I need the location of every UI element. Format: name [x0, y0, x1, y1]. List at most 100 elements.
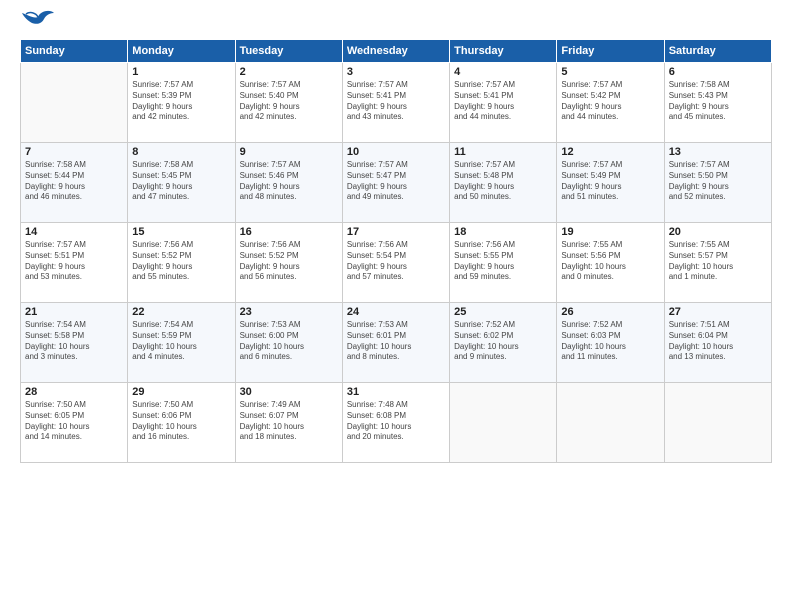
day-info: Sunrise: 7:55 AMSunset: 5:56 PMDaylight:…	[561, 240, 659, 283]
day-number: 16	[240, 226, 338, 238]
day-cell: 11 Sunrise: 7:57 AMSunset: 5:48 PMDayligh…	[450, 143, 557, 223]
day-cell	[450, 383, 557, 463]
day-cell: 9 Sunrise: 7:57 AMSunset: 5:46 PMDaylight…	[235, 143, 342, 223]
day-info: Sunrise: 7:51 AMSunset: 6:04 PMDaylight:…	[669, 320, 767, 363]
weekday-saturday: Saturday	[664, 40, 771, 63]
day-info: Sunrise: 7:57 AMSunset: 5:47 PMDaylight:…	[347, 160, 445, 203]
header	[20, 15, 772, 31]
day-number: 21	[25, 306, 123, 318]
day-info: Sunrise: 7:57 AMSunset: 5:50 PMDaylight:…	[669, 160, 767, 203]
day-number: 23	[240, 306, 338, 318]
day-cell: 18 Sunrise: 7:56 AMSunset: 5:55 PMDayligh…	[450, 223, 557, 303]
logo	[20, 15, 54, 31]
day-cell: 5Sunrise: 7:57 AMSunset: 5:42 PMDaylight…	[557, 63, 664, 143]
day-number: 6	[669, 66, 767, 78]
day-info: Sunrise: 7:50 AMSunset: 6:06 PMDaylight:…	[132, 400, 230, 443]
day-cell: 29 Sunrise: 7:50 AMSunset: 6:06 PMDayligh…	[128, 383, 235, 463]
week-row-3: 21 Sunrise: 7:54 AMSunset: 5:58 PMDayligh…	[21, 303, 772, 383]
day-number: 13	[669, 146, 767, 158]
day-info: Sunrise: 7:57 AMSunset: 5:42 PMDaylight:…	[561, 80, 659, 123]
weekday-tuesday: Tuesday	[235, 40, 342, 63]
day-number: 14	[25, 226, 123, 238]
day-info: Sunrise: 7:55 AMSunset: 5:57 PMDaylight:…	[669, 240, 767, 283]
day-cell: 3 Sunrise: 7:57 AMSunset: 5:41 PMDaylight…	[342, 63, 449, 143]
day-cell	[21, 63, 128, 143]
day-cell: 28 Sunrise: 7:50 AMSunset: 6:05 PMDayligh…	[21, 383, 128, 463]
day-number: 8	[132, 146, 230, 158]
day-info: Sunrise: 7:56 AMSunset: 5:54 PMDaylight:…	[347, 240, 445, 283]
weekday-wednesday: Wednesday	[342, 40, 449, 63]
day-cell: 2 Sunrise: 7:57 AMSunset: 5:40 PMDaylight…	[235, 63, 342, 143]
logo-bird-icon	[22, 9, 54, 31]
day-info: Sunrise: 7:58 AMSunset: 5:45 PMDaylight:…	[132, 160, 230, 203]
day-info: Sunrise: 7:57 AMSunset: 5:40 PMDaylight:…	[240, 80, 338, 123]
day-cell: 7 Sunrise: 7:58 AMSunset: 5:44 PMDaylight…	[21, 143, 128, 223]
day-cell: 21 Sunrise: 7:54 AMSunset: 5:58 PMDayligh…	[21, 303, 128, 383]
day-info: Sunrise: 7:57 AMSunset: 5:41 PMDaylight:…	[454, 80, 552, 123]
day-number: 7	[25, 146, 123, 158]
day-info: Sunrise: 7:53 AMSunset: 6:01 PMDaylight:…	[347, 320, 445, 363]
day-number: 28	[25, 386, 123, 398]
day-number: 1	[132, 66, 230, 78]
day-cell: 14 Sunrise: 7:57 AMSunset: 5:51 PMDayligh…	[21, 223, 128, 303]
weekday-friday: Friday	[557, 40, 664, 63]
day-number: 29	[132, 386, 230, 398]
day-number: 19	[561, 226, 659, 238]
day-info: Sunrise: 7:57 AMSunset: 5:41 PMDaylight:…	[347, 80, 445, 123]
day-number: 31	[347, 386, 445, 398]
day-info: Sunrise: 7:57 AMSunset: 5:39 PMDaylight:…	[132, 80, 230, 123]
day-info: Sunrise: 7:52 AMSunset: 6:02 PMDaylight:…	[454, 320, 552, 363]
day-cell: 20 Sunrise: 7:55 AMSunset: 5:57 PMDayligh…	[664, 223, 771, 303]
weekday-monday: Monday	[128, 40, 235, 63]
week-row-0: 1 Sunrise: 7:57 AMSunset: 5:39 PMDaylight…	[21, 63, 772, 143]
week-row-2: 14 Sunrise: 7:57 AMSunset: 5:51 PMDayligh…	[21, 223, 772, 303]
day-info: Sunrise: 7:57 AMSunset: 5:49 PMDaylight:…	[561, 160, 659, 203]
day-info: Sunrise: 7:57 AMSunset: 5:51 PMDaylight:…	[25, 240, 123, 283]
day-cell: 23Sunrise: 7:53 AMSunset: 6:00 PMDayligh…	[235, 303, 342, 383]
day-cell: 22 Sunrise: 7:54 AMSunset: 5:59 PMDayligh…	[128, 303, 235, 383]
day-number: 12	[561, 146, 659, 158]
day-info: Sunrise: 7:56 AMSunset: 5:55 PMDaylight:…	[454, 240, 552, 283]
day-info: Sunrise: 7:49 AMSunset: 6:07 PMDaylight:…	[240, 400, 338, 443]
day-number: 22	[132, 306, 230, 318]
day-cell: 26Sunrise: 7:52 AMSunset: 6:03 PMDayligh…	[557, 303, 664, 383]
day-cell: 10Sunrise: 7:57 AMSunset: 5:47 PMDayligh…	[342, 143, 449, 223]
day-cell: 12 Sunrise: 7:57 AMSunset: 5:49 PMDayligh…	[557, 143, 664, 223]
day-info: Sunrise: 7:57 AMSunset: 5:46 PMDaylight:…	[240, 160, 338, 203]
day-number: 26	[561, 306, 659, 318]
day-cell: 16 Sunrise: 7:56 AMSunset: 5:52 PMDayligh…	[235, 223, 342, 303]
day-cell: 27 Sunrise: 7:51 AMSunset: 6:04 PMDayligh…	[664, 303, 771, 383]
day-cell: 31 Sunrise: 7:48 AMSunset: 6:08 PMDayligh…	[342, 383, 449, 463]
day-info: Sunrise: 7:50 AMSunset: 6:05 PMDaylight:…	[25, 400, 123, 443]
day-number: 11	[454, 146, 552, 158]
day-number: 9	[240, 146, 338, 158]
day-cell	[557, 383, 664, 463]
day-number: 20	[669, 226, 767, 238]
day-cell: 24Sunrise: 7:53 AMSunset: 6:01 PMDayligh…	[342, 303, 449, 383]
day-info: Sunrise: 7:54 AMSunset: 5:58 PMDaylight:…	[25, 320, 123, 363]
day-number: 15	[132, 226, 230, 238]
day-info: Sunrise: 7:58 AMSunset: 5:44 PMDaylight:…	[25, 160, 123, 203]
day-number: 3	[347, 66, 445, 78]
day-info: Sunrise: 7:54 AMSunset: 5:59 PMDaylight:…	[132, 320, 230, 363]
day-number: 18	[454, 226, 552, 238]
week-row-1: 7 Sunrise: 7:58 AMSunset: 5:44 PMDaylight…	[21, 143, 772, 223]
day-number: 2	[240, 66, 338, 78]
day-info: Sunrise: 7:48 AMSunset: 6:08 PMDaylight:…	[347, 400, 445, 443]
weekday-header-row: SundayMondayTuesdayWednesdayThursdayFrid…	[21, 40, 772, 63]
page: SundayMondayTuesdayWednesdayThursdayFrid…	[0, 0, 792, 612]
day-number: 27	[669, 306, 767, 318]
day-info: Sunrise: 7:58 AMSunset: 5:43 PMDaylight:…	[669, 80, 767, 123]
day-cell: 17Sunrise: 7:56 AMSunset: 5:54 PMDayligh…	[342, 223, 449, 303]
day-number: 4	[454, 66, 552, 78]
weekday-thursday: Thursday	[450, 40, 557, 63]
week-row-4: 28 Sunrise: 7:50 AMSunset: 6:05 PMDayligh…	[21, 383, 772, 463]
day-cell: 8 Sunrise: 7:58 AMSunset: 5:45 PMDaylight…	[128, 143, 235, 223]
day-info: Sunrise: 7:57 AMSunset: 5:48 PMDaylight:…	[454, 160, 552, 203]
day-cell: 1 Sunrise: 7:57 AMSunset: 5:39 PMDaylight…	[128, 63, 235, 143]
day-cell: 25 Sunrise: 7:52 AMSunset: 6:02 PMDayligh…	[450, 303, 557, 383]
weekday-sunday: Sunday	[21, 40, 128, 63]
day-info: Sunrise: 7:56 AMSunset: 5:52 PMDaylight:…	[240, 240, 338, 283]
day-cell: 13 Sunrise: 7:57 AMSunset: 5:50 PMDayligh…	[664, 143, 771, 223]
day-number: 25	[454, 306, 552, 318]
